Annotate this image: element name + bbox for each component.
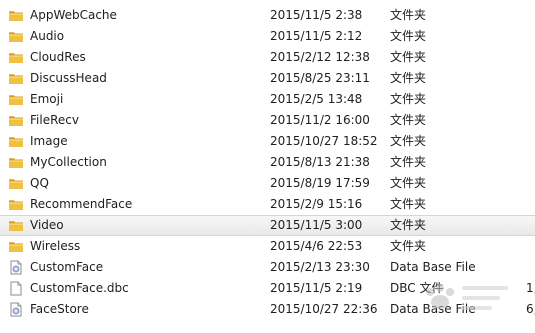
file-name: DiscussHead xyxy=(30,71,107,85)
file-type: 文件夹 xyxy=(390,29,427,43)
file-name: RecommendFace xyxy=(30,197,133,211)
folder-icon xyxy=(8,71,24,86)
file-name: Video xyxy=(30,218,64,232)
file-name: AppWebCache xyxy=(30,8,117,22)
file-name: CustomFace.dbc xyxy=(30,281,129,295)
file-date-modified: 2015/11/2 16:00 xyxy=(270,113,370,127)
file-row[interactable]: Emoji 2015/2/5 13:48 文件夹 xyxy=(0,89,535,110)
file-date-modified: 2015/4/6 22:53 xyxy=(270,239,363,253)
file-row[interactable]: FaceStore 2015/10/27 22:36 Data Base File 6… xyxy=(0,299,535,320)
file-type: 文件夹 xyxy=(390,155,427,169)
file-type: 文件夹 xyxy=(390,50,427,64)
file-type: 文件夹 xyxy=(390,71,427,85)
file-type: 文件夹 xyxy=(390,8,427,22)
folder-icon xyxy=(8,50,24,65)
file-name: QQ xyxy=(30,176,49,190)
file-date-modified: 2015/8/25 23:11 xyxy=(270,71,370,85)
file-name: FileRecv xyxy=(30,113,79,127)
file-date-modified: 2015/11/5 2:12 xyxy=(270,29,363,43)
file-name: Emoji xyxy=(30,92,64,106)
file-type: 文件夹 xyxy=(390,239,427,253)
file-type: 文件夹 xyxy=(390,218,427,232)
file-row[interactable]: DiscussHead 2015/8/25 23:11 文件夹 xyxy=(0,68,535,89)
file-date-modified: 2015/8/13 21:38 xyxy=(270,155,370,169)
folder-icon xyxy=(8,239,24,254)
file-type: 文件夹 xyxy=(390,92,427,106)
file-name: Image xyxy=(30,134,68,148)
file-date-modified: 2015/2/9 15:16 xyxy=(270,197,363,211)
file-row[interactable]: Audio 2015/11/5 2:12 文件夹 xyxy=(0,26,535,47)
file-row[interactable]: Wireless 2015/4/6 22:53 文件夹 xyxy=(0,236,535,257)
folder-icon xyxy=(8,176,24,191)
file-type: 文件夹 xyxy=(390,197,427,211)
file-row[interactable]: QQ 2015/8/19 17:59 文件夹 xyxy=(0,173,535,194)
file-name: Wireless xyxy=(30,239,81,253)
file-size: 1, xyxy=(526,281,535,295)
file-row[interactable]: Image 2015/10/27 18:52 文件夹 xyxy=(0,131,535,152)
file-type: DBC 文件 xyxy=(390,281,444,295)
file-size: 6, xyxy=(526,302,535,316)
file-type: Data Base File xyxy=(390,260,476,274)
file-type: 文件夹 xyxy=(390,176,427,190)
file-name: CloudRes xyxy=(30,50,86,64)
folder-icon xyxy=(8,134,24,149)
file-date-modified: 2015/10/27 18:52 xyxy=(270,134,378,148)
file-row[interactable]: CustomFace.dbc 2015/11/5 2:19 DBC 文件 1, xyxy=(0,278,535,299)
file-date-modified: 2015/10/27 22:36 xyxy=(270,302,378,316)
file-list: AppWebCache 2015/11/5 2:38 文件夹 Audio 2015/11… xyxy=(0,0,535,333)
file-type: 文件夹 xyxy=(390,134,427,148)
file-type: Data Base File xyxy=(390,302,476,316)
file-row[interactable]: CustomFace 2015/2/13 23:30 Data Base File xyxy=(0,257,535,278)
database-file-icon xyxy=(8,302,24,317)
file-name: CustomFace xyxy=(30,260,104,274)
file-type: 文件夹 xyxy=(390,113,427,127)
file-date-modified: 2015/2/12 12:38 xyxy=(270,50,370,64)
blank-file-icon xyxy=(8,281,24,296)
file-date-modified: 2015/8/19 17:59 xyxy=(270,176,370,190)
folder-icon xyxy=(8,92,24,107)
database-file-icon xyxy=(8,260,24,275)
folder-icon xyxy=(8,197,24,212)
folder-icon xyxy=(8,8,24,23)
file-date-modified: 2015/11/5 3:00 xyxy=(270,218,363,232)
folder-icon xyxy=(8,218,24,233)
file-row[interactable]: RecommendFace 2015/2/9 15:16 文件夹 xyxy=(0,194,535,215)
file-row[interactable]: Video 2015/11/5 3:00 文件夹 xyxy=(0,215,535,236)
file-name: FaceStore xyxy=(30,302,89,316)
file-date-modified: 2015/11/5 2:19 xyxy=(270,281,363,295)
folder-icon xyxy=(8,155,24,170)
file-row[interactable]: AppWebCache 2015/11/5 2:38 文件夹 xyxy=(0,5,535,26)
folder-icon xyxy=(8,113,24,128)
file-date-modified: 2015/2/13 23:30 xyxy=(270,260,370,274)
file-row[interactable]: CloudRes 2015/2/12 12:38 文件夹 xyxy=(0,47,535,68)
file-row[interactable]: MyCollection 2015/8/13 21:38 文件夹 xyxy=(0,152,535,173)
file-name: Audio xyxy=(30,29,65,43)
file-date-modified: 2015/2/5 13:48 xyxy=(270,92,363,106)
file-row[interactable]: FileRecv 2015/11/2 16:00 文件夹 xyxy=(0,110,535,131)
file-name: MyCollection xyxy=(30,155,107,169)
folder-icon xyxy=(8,29,24,44)
file-date-modified: 2015/11/5 2:38 xyxy=(270,8,363,22)
